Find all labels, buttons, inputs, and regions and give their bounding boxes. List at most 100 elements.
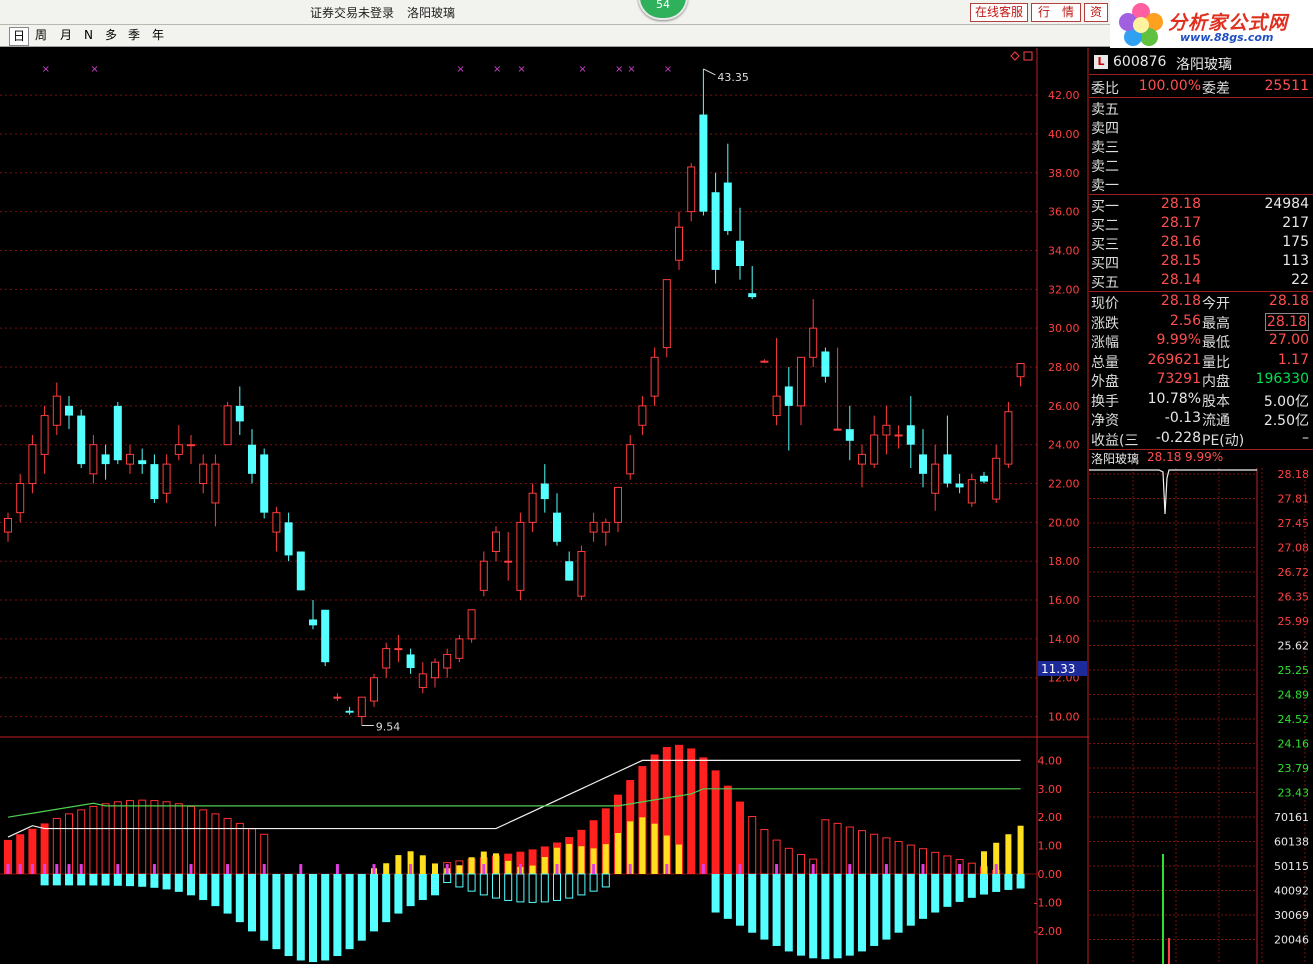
indicator-line-white (7, 759, 1021, 838)
price-tick: 10.00 (1048, 711, 1080, 724)
stat-value: -0.228 (1155, 429, 1201, 446)
indicator-bar (797, 854, 805, 956)
tab-year[interactable]: 年 (149, 27, 167, 44)
stat-row: 涨跌 2.56 最高 28.18 (1091, 312, 1309, 332)
diamond-icon[interactable] (1010, 51, 1020, 61)
candle (565, 551, 574, 581)
candle (1004, 401, 1013, 468)
buy-level-1: 买一 28.18 24984 (1091, 196, 1309, 215)
candle (150, 454, 159, 503)
stat-value: 9.99% (1156, 332, 1201, 348)
indicator-bar (601, 808, 610, 888)
stat-value: 28.18 (1268, 293, 1309, 309)
candle (553, 493, 561, 546)
indicator-bar (967, 862, 976, 898)
candle (882, 405, 891, 455)
candle (260, 448, 269, 519)
candle (931, 444, 940, 511)
indicator-bar (394, 855, 403, 914)
stat-row: 外盘 73291 内盘 196330 (1091, 371, 1309, 390)
buy-price: 28.18 (1160, 196, 1201, 212)
candle (406, 648, 415, 674)
quote-button[interactable]: 行 情 (1031, 3, 1081, 22)
stock-l-icon[interactable]: L (1094, 55, 1108, 69)
tab-multi[interactable]: 多 (102, 27, 120, 44)
indicator-bar (260, 833, 269, 941)
price-tick: 22.00 (1048, 478, 1080, 491)
price-tick: 18.00 (1048, 555, 1080, 568)
candle (821, 347, 830, 383)
indicator-bar (89, 805, 98, 886)
candle (187, 434, 195, 465)
indicator-bar (626, 780, 635, 874)
candle (906, 396, 915, 468)
price-tick: 14.00 (1048, 633, 1080, 646)
candle (248, 429, 256, 484)
tab-season[interactable]: 季 (125, 27, 143, 44)
candle (443, 648, 452, 678)
mini-tick: 27.81 (1278, 493, 1310, 506)
candle (797, 356, 805, 426)
indicator-bar (479, 851, 488, 896)
indicator-bar (711, 770, 720, 913)
indicator-bar (845, 826, 854, 956)
flower-logo-icon (1119, 3, 1163, 46)
indicator-bar (699, 757, 708, 874)
candle (626, 434, 635, 480)
candle (614, 486, 622, 533)
candle (1016, 363, 1025, 387)
candle (65, 396, 73, 430)
indicator-bar (516, 851, 525, 903)
indicator-bar (1016, 825, 1025, 889)
candle (809, 299, 818, 368)
intraday-chart[interactable]: 28.18 27.81 27.45 27.08 26.72 26.35 25.99 25.62… (1089, 468, 1313, 964)
indicator-bar (443, 862, 452, 884)
info-button[interactable]: 资 (1084, 3, 1108, 22)
stat-value: 2.56 (1169, 312, 1201, 329)
tab-month[interactable]: 月 (57, 27, 75, 44)
indicator-bar (992, 842, 1001, 892)
price-tick: 32.00 (1048, 283, 1080, 296)
stock-header: L 600876 洛阳玻璃 (1089, 53, 1313, 73)
indicator-bar (40, 823, 49, 886)
stat-value: 28.18 (1160, 293, 1201, 309)
indicator-bar (455, 860, 464, 888)
candle (162, 454, 171, 503)
mini-tick: 28.18 (1278, 468, 1310, 481)
signal-marker: × (456, 64, 464, 75)
mini-chart-header: 洛阳玻璃 28.18 9.99% (1091, 450, 1224, 466)
candle (650, 347, 659, 406)
indicator-tick: 4.00 (1038, 754, 1063, 767)
indicator-bar (540, 846, 549, 903)
kline-chart[interactable]: 42.00 40.00 38.00 36.00 34.00 32.00 30.00 28.00… (0, 48, 1089, 964)
mini-tick: 30069 (1274, 909, 1309, 922)
signal-marker: × (627, 64, 635, 75)
tab-n[interactable]: N (81, 27, 96, 44)
indicator-bar (687, 748, 696, 874)
indicator-bar (919, 848, 927, 919)
candle (528, 483, 537, 533)
candle (967, 473, 976, 507)
indicator-bar (345, 874, 354, 950)
indicator-bar (894, 840, 903, 933)
weicha-value: 25511 (1264, 78, 1309, 94)
indicator-bar (784, 847, 793, 952)
candle (748, 266, 757, 300)
stat-row: 净资 -0.13 流通 2.50亿 (1091, 410, 1309, 429)
signal-marker: × (517, 64, 525, 75)
tab-day[interactable]: 日 (9, 27, 30, 46)
candle (479, 551, 488, 597)
buy-volume: 175 (1282, 234, 1309, 250)
indicator-bar (467, 857, 476, 892)
price-tick: 38.00 (1048, 167, 1080, 180)
buy-level-4: 买四 28.15 113 (1091, 253, 1309, 272)
tab-week[interactable]: 周 (32, 27, 50, 44)
stat-value: 2.50亿 (1263, 413, 1309, 429)
candle (40, 405, 49, 474)
candle (992, 444, 1001, 503)
indicator-bar (431, 863, 439, 896)
buy-volume: 24984 (1264, 196, 1309, 212)
maximize-icon[interactable] (1023, 51, 1033, 61)
candle (284, 512, 293, 562)
online-service-button[interactable]: 在线客服 (970, 3, 1028, 22)
